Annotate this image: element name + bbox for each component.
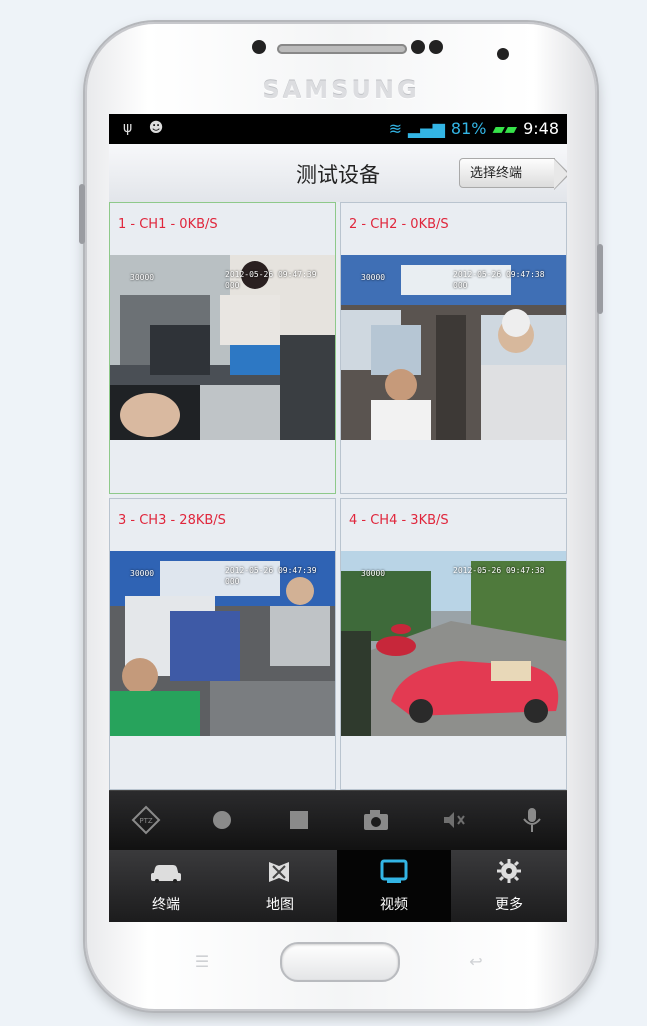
sensor-icon (411, 40, 425, 54)
tab-label: 视频 (380, 897, 408, 913)
osd-time: 2012-05-26 09:47:39 (225, 270, 317, 279)
tab-map[interactable]: 地图 (223, 850, 337, 922)
osd-time: 2012-05-26 09:47:38 (453, 566, 545, 575)
clock: 9:48 (523, 119, 559, 138)
channel-label: 2 - CH2 - 0KB/S (349, 217, 449, 232)
osd-id: 30000 (130, 273, 155, 282)
tab-terminal[interactable]: 终端 (109, 850, 223, 922)
tab-video[interactable]: 视频 (337, 850, 451, 922)
video-cell-4[interactable]: 4 - CH4 - 3KB/S 30000 2012-05-26 09:47:3… (340, 498, 567, 790)
record-icon[interactable] (207, 805, 237, 835)
earpiece-speaker (277, 44, 407, 54)
channel-label: 3 - CH3 - 28KB/S (118, 513, 226, 528)
video-frame (341, 551, 566, 736)
video-cell-1[interactable]: 1 - CH1 - 0KB/S 30000 2012-05-26 09:47:3… (109, 202, 336, 494)
power-key (597, 244, 603, 314)
select-terminal-button[interactable]: 选择终端 (459, 158, 567, 190)
light-sensor-icon (497, 48, 509, 60)
volume-key (79, 184, 85, 244)
video-control-bar: PTZ (109, 790, 567, 851)
channel-label: 4 - CH4 - 3KB/S (349, 513, 449, 528)
map-icon (269, 862, 289, 882)
sensor-icon (429, 40, 443, 54)
usb-icon: ψ (123, 120, 133, 136)
osd-id: 30000 (130, 569, 155, 578)
video-cell-2[interactable]: 2 - CH2 - 0KB/S 30000 2012-05-26 09:47:3… (340, 202, 567, 494)
svg-text:PTZ: PTZ (139, 817, 152, 825)
osd-id: 30000 (361, 569, 386, 578)
osd-sub: 000 (453, 281, 468, 290)
video-frame (110, 551, 335, 736)
mute-icon[interactable] (439, 805, 469, 835)
android-debug-icon: ☻ (148, 120, 164, 136)
tab-label: 更多 (495, 897, 523, 913)
video-frame (110, 255, 335, 440)
stop-icon[interactable] (284, 805, 314, 835)
camera-icon[interactable] (361, 805, 391, 835)
osd-time: 2012-05-26 09:47:38 (453, 270, 545, 279)
wifi-icon: ≋ (388, 119, 402, 138)
osd-sub: 000 (225, 577, 240, 586)
status-right: ≋ ▂▄▆ 81% ▰▰ 9:48 (389, 119, 559, 138)
brand-logo: SAMSUNG (262, 76, 420, 104)
video-feed[interactable]: 30000 2012-05-26 09:47:39 000 (110, 551, 335, 736)
status-bar: ψ ☻ ≋ ▂▄▆ 81% ▰▰ 9:48 (109, 114, 567, 144)
status-left: ψ ☻ (123, 120, 163, 136)
video-grid: 1 - CH1 - 0KB/S 30000 2012-05-26 09:47:3… (109, 202, 567, 790)
video-feed[interactable]: 30000 2012-05-26 09:47:39 000 (110, 255, 335, 440)
title-bar: 测试设备 选择终端 (109, 144, 567, 203)
phone-screen: ψ ☻ ≋ ▂▄▆ 81% ▰▰ 9:48 测试设备 选择终端 1 - CH1 … (109, 114, 567, 922)
bottom-tab-bar: 终端 地图 视频 更多 (109, 850, 567, 922)
monitor-icon (380, 859, 408, 883)
front-camera-icon (252, 40, 266, 54)
osd-sub: 000 (225, 281, 240, 290)
ptz-icon[interactable]: PTZ (131, 805, 161, 835)
video-cell-3[interactable]: 3 - CH3 - 28KB/S 30000 2012-05-26 09:47:… (109, 498, 336, 790)
osd-time: 2012-05-26 09:47:39 (225, 566, 317, 575)
menu-key-icon[interactable]: ☰ (188, 952, 216, 971)
back-key-icon[interactable]: ↩ (462, 952, 490, 971)
tab-label: 终端 (152, 897, 180, 913)
car-icon (151, 865, 181, 883)
tab-label: 地图 (266, 897, 294, 913)
video-feed[interactable]: 30000 2012-05-26 09:47:38 (341, 551, 566, 736)
battery-icon: ▰▰ (492, 119, 518, 138)
battery-percent: 81% (450, 119, 487, 138)
select-terminal-label: 选择终端 (470, 166, 523, 181)
signal-icon: ▂▄▆ (407, 119, 445, 138)
osd-id: 30000 (361, 273, 386, 282)
gear-icon (497, 859, 521, 883)
tab-more[interactable]: 更多 (451, 850, 567, 922)
microphone-icon[interactable] (517, 805, 547, 835)
channel-label: 1 - CH1 - 0KB/S (118, 217, 218, 232)
home-button[interactable] (280, 942, 400, 982)
video-feed[interactable]: 30000 2012-05-26 09:47:38 000 (341, 255, 566, 440)
